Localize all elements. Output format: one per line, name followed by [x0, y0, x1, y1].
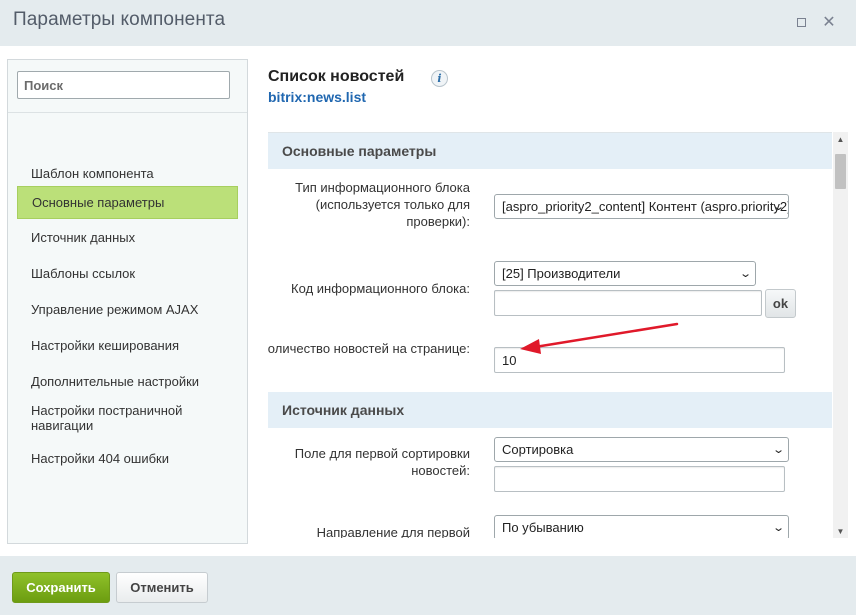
sidebar-item-ajax-mode[interactable]: Управление режимом AJAX	[17, 292, 238, 326]
scroll-down-icon[interactable]: ▼	[833, 524, 848, 538]
scrollbar[interactable]: ▲ ▼	[833, 132, 848, 538]
scroll-thumb[interactable]	[835, 154, 846, 189]
iblock-type-label: Тип информационного блока (используется …	[295, 180, 470, 229]
iblock-code-label: Код информационного блока:	[291, 281, 470, 296]
sidebar-item-label: Настройки кеширования	[31, 337, 180, 353]
section-header-source: Источник данных	[268, 392, 832, 428]
sidebar-item-label: Управление режимом AJAX	[31, 301, 199, 317]
sidebar-item-data-source[interactable]: Источник данных	[17, 220, 238, 254]
window-titlebar: Параметры компонента ✕	[0, 0, 856, 46]
search-input[interactable]	[17, 71, 230, 99]
order1-value: По убыванию	[502, 520, 584, 535]
sidebar-item-main-params[interactable]: Основные параметры	[17, 186, 238, 219]
sidebar-item-label: Дополнительные настройки	[31, 373, 200, 389]
order1-select[interactable]: По убыванию ⌄	[494, 515, 789, 538]
component-title: Список новостей	[268, 68, 405, 85]
sidebar-item-template[interactable]: Шаблон компонента	[17, 156, 238, 190]
dialog-content: Шаблон компонента Основные параметры Ист…	[0, 46, 856, 556]
cancel-button[interactable]: Отменить	[116, 572, 208, 603]
iblock-type-select[interactable]: [aspro_priority2_content] Контент (aspro…	[494, 194, 789, 219]
sidebar-item-label: Источник данных	[31, 229, 136, 245]
sidebar-item-label: Настройки постраничной навигации	[31, 403, 183, 433]
news-count-label: Количество новостей на странице:	[268, 341, 470, 356]
chevron-down-icon: ⌄	[738, 268, 752, 280]
iblock-code-select[interactable]: [25] Производители ⌄	[494, 261, 756, 286]
iblock-code-input[interactable]	[494, 290, 762, 316]
sidebar: Шаблон компонента Основные параметры Ист…	[7, 59, 248, 544]
sidebar-divider	[8, 112, 247, 113]
ok-button[interactable]: ok	[765, 289, 796, 318]
sidebar-item-caching[interactable]: Настройки кеширования	[17, 328, 238, 362]
sort1-input[interactable]	[494, 466, 785, 492]
close-icon[interactable]: ✕	[821, 14, 837, 31]
scroll-up-icon[interactable]: ▲	[833, 132, 848, 146]
chevron-down-icon: ⌄	[771, 522, 785, 534]
save-button[interactable]: Сохранить	[12, 572, 110, 603]
component-code: bitrix:news.list	[268, 89, 367, 105]
sidebar-item-additional[interactable]: Дополнительные настройки	[17, 364, 238, 398]
sidebar-item-pagination[interactable]: Настройки постраничной навигации	[17, 398, 238, 438]
sidebar-item-label: Шаблон компонента	[31, 165, 154, 181]
dialog-footer: Сохранить Отменить	[0, 556, 856, 615]
sort1-select[interactable]: Сортировка ⌄	[494, 437, 789, 462]
iblock-code-value: [25] Производители	[502, 266, 621, 281]
chevron-down-icon: ⌄	[771, 201, 785, 213]
sidebar-item-label: Шаблоны ссылок	[31, 265, 136, 281]
parameters-panel: Основные параметры Тип информационного б…	[268, 132, 832, 538]
iblock-type-value: [aspro_priority2_content] Контент (aspro…	[502, 199, 789, 214]
sort1-label: Поле для первой сортировки новостей:	[294, 446, 470, 478]
sidebar-item-link-templates[interactable]: Шаблоны ссылок	[17, 256, 238, 290]
chevron-down-icon: ⌄	[771, 444, 785, 456]
sidebar-item-label: Основные параметры	[32, 195, 165, 210]
order1-label: Направление для первой	[316, 525, 470, 538]
section-header-main: Основные параметры	[268, 133, 832, 169]
news-count-input[interactable]: 10	[494, 347, 785, 373]
maximize-icon[interactable]	[793, 14, 809, 30]
info-icon[interactable]: i	[431, 70, 448, 87]
sidebar-item-label: Настройки 404 ошибки	[31, 450, 169, 466]
sort1-value: Сортировка	[502, 442, 574, 457]
window-title: Параметры компонента	[13, 9, 226, 30]
sidebar-item-404[interactable]: Настройки 404 ошибки	[17, 441, 238, 475]
